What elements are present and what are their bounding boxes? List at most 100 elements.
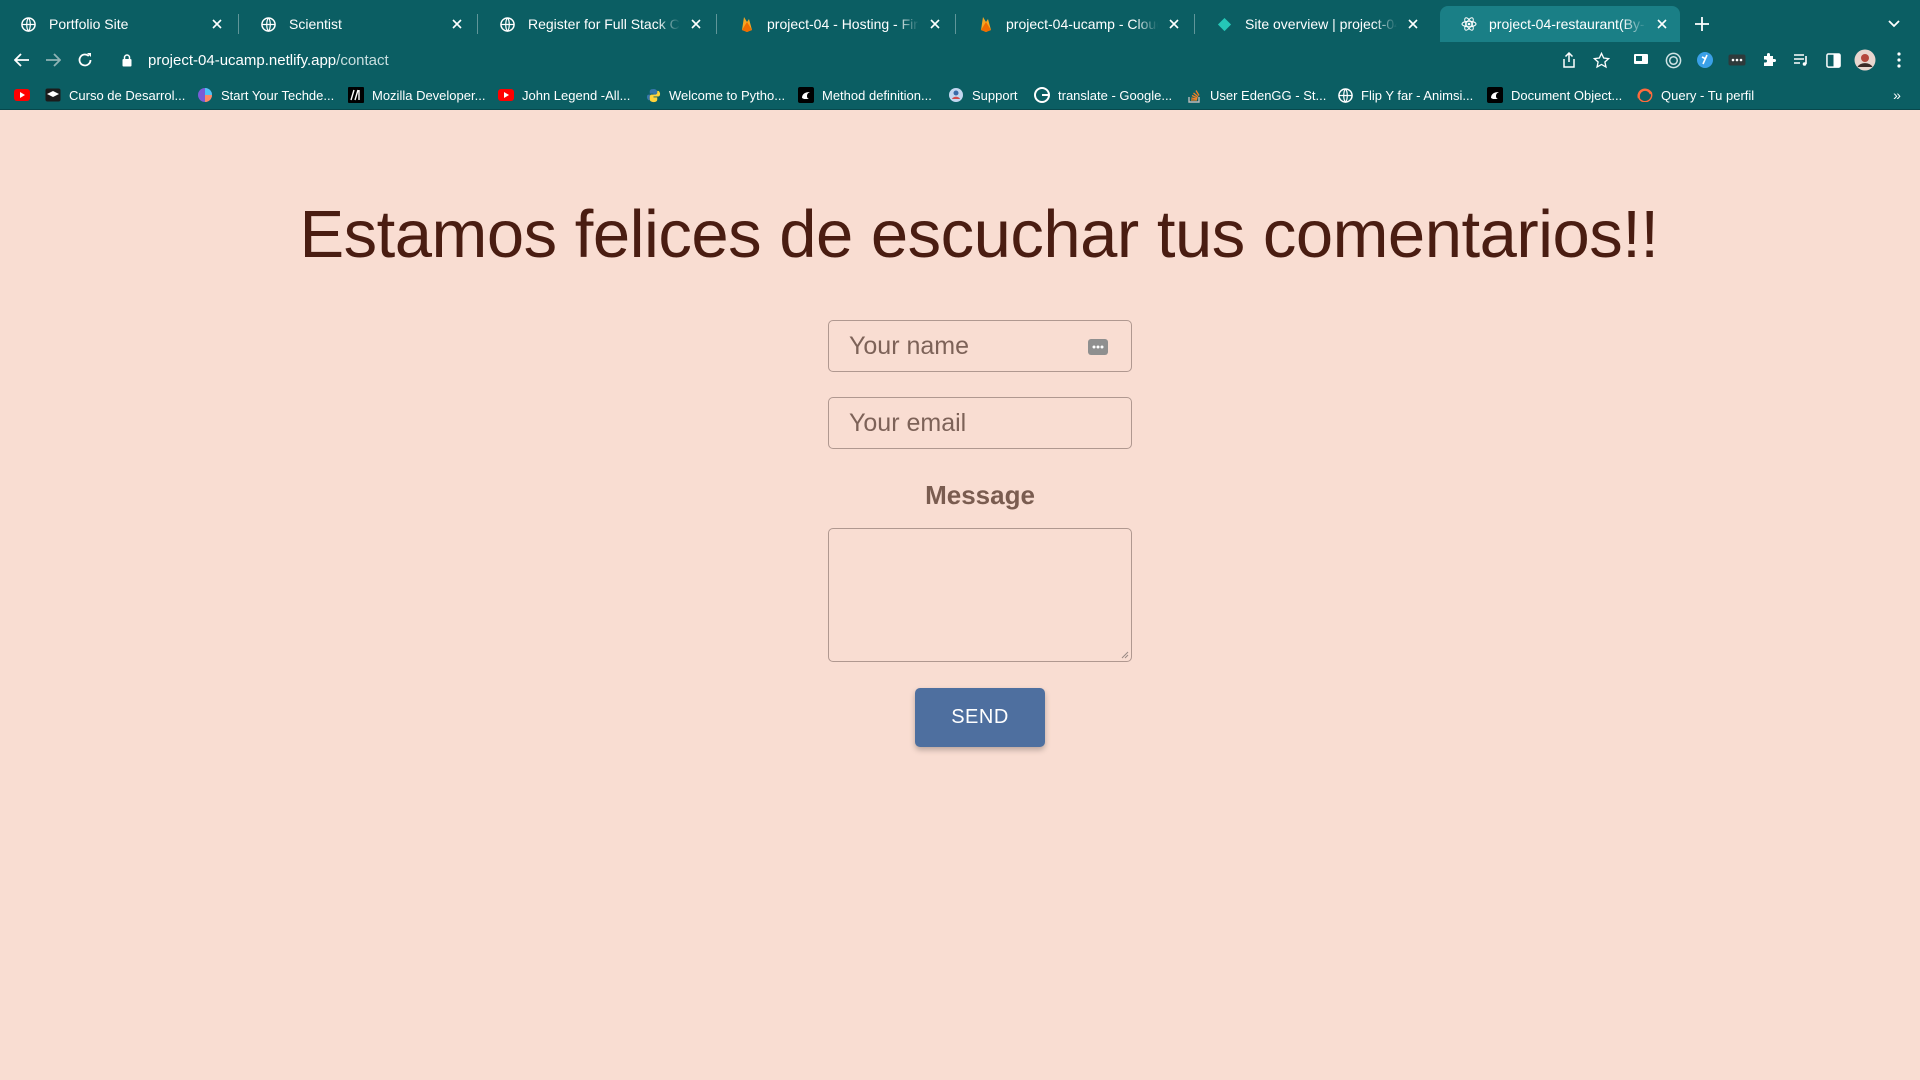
bookmark-google-translate[interactable]: translate - Google... bbox=[1034, 85, 1172, 105]
autofill-icon[interactable] bbox=[1087, 336, 1109, 358]
bookmark-star-button[interactable] bbox=[1589, 48, 1613, 72]
bookmark-python[interactable]: Welcome to Pytho... bbox=[645, 85, 785, 105]
url-host: project-04-ucamp.netlify.app bbox=[148, 51, 337, 69]
screen-icon bbox=[1634, 54, 1648, 64]
tab-full-stack-conf[interactable]: Register for Full Stack Conf bbox=[479, 6, 714, 42]
firebase-icon bbox=[977, 16, 994, 33]
message-textarea[interactable] bbox=[829, 529, 1131, 661]
bookmark-method-definition[interactable]: Method definition... bbox=[798, 85, 932, 105]
tab-title: project-04 - Hosting - Firebase bbox=[767, 16, 919, 32]
share-button[interactable] bbox=[1557, 48, 1581, 72]
url-text: project-04-ucamp.netlify.app/contact bbox=[148, 52, 389, 69]
bookmark-stackoverflow[interactable]: User EdenGG - St... bbox=[1186, 85, 1326, 105]
extension-screen-button[interactable] bbox=[1629, 48, 1653, 72]
bookmark-label: Flip Y far - Animsi... bbox=[1361, 87, 1474, 103]
tab-project-restaurant[interactable]: project-04-restaurant(By-Eden) bbox=[1440, 6, 1680, 42]
tab-separator bbox=[1194, 14, 1195, 34]
target-icon bbox=[1665, 52, 1681, 68]
tab-title: Register for Full Stack Conf bbox=[528, 16, 680, 32]
close-icon[interactable] bbox=[686, 14, 706, 34]
bookmark-label: User EdenGG - St... bbox=[1210, 87, 1327, 103]
firebase-icon bbox=[738, 16, 755, 33]
bookmark-label: Method definition... bbox=[822, 87, 932, 103]
tab-firebase-hosting[interactable]: project-04 - Hosting - Firebase bbox=[718, 6, 953, 42]
message-field[interactable] bbox=[828, 528, 1132, 662]
close-icon[interactable] bbox=[447, 14, 467, 34]
address-bar[interactable]: project-04-ucamp.netlify.app/contact bbox=[110, 46, 1618, 74]
tab-scientist[interactable]: Scientist bbox=[240, 6, 475, 42]
name-input[interactable] bbox=[849, 331, 1069, 361]
contact-page: Estamos felices de escuchar tus comentar… bbox=[0, 110, 1920, 1080]
chevron-down-icon bbox=[1888, 20, 1900, 28]
close-icon[interactable] bbox=[925, 14, 945, 34]
close-icon[interactable] bbox=[207, 14, 227, 34]
bookmark-youtube[interactable] bbox=[14, 85, 38, 105]
tab-separator bbox=[955, 14, 956, 34]
youtube-icon bbox=[14, 87, 30, 103]
media-control-button[interactable] bbox=[1789, 48, 1813, 72]
bookmark-label: John Legend -All... bbox=[522, 87, 631, 103]
browser-toolbar: project-04-ucamp.netlify.app/contact bbox=[0, 42, 1920, 78]
resize-handle-icon[interactable] bbox=[1119, 649, 1129, 659]
tab-separator bbox=[477, 14, 478, 34]
bookmarks-bar: Curso de Desarrol... Start Your Techde..… bbox=[0, 78, 1920, 110]
python-icon bbox=[645, 87, 661, 103]
tab-title: Site overview | project-04-ucamp bbox=[1245, 16, 1397, 32]
new-tab-button[interactable] bbox=[1690, 12, 1714, 36]
side-panel-button[interactable] bbox=[1821, 48, 1845, 72]
bookmark-mozilla-developer[interactable]: Mozilla Developer... bbox=[348, 85, 485, 105]
bookmark-john-legend[interactable]: John Legend -All... bbox=[498, 85, 630, 105]
netlify-icon bbox=[1216, 16, 1233, 33]
extension-dots-button[interactable] bbox=[1725, 48, 1749, 72]
bookmark-flip-animista[interactable]: Flip Y far - Animsi... bbox=[1337, 85, 1473, 105]
tab-search-button[interactable] bbox=[1882, 12, 1906, 36]
forward-button[interactable] bbox=[41, 48, 65, 72]
globe-icon bbox=[499, 16, 516, 33]
side-panel-icon bbox=[1825, 52, 1841, 68]
tab-title: project-04-ucamp - Cloud Firestore bbox=[1006, 16, 1158, 32]
extensions-button[interactable] bbox=[1757, 48, 1781, 72]
bookmarks-overflow-button[interactable]: » bbox=[1888, 86, 1906, 104]
bookmark-label: Welcome to Pytho... bbox=[669, 87, 786, 103]
tab-portfolio-site[interactable]: Portfolio Site bbox=[0, 6, 235, 42]
tab-title: Portfolio Site bbox=[49, 16, 129, 32]
query-icon bbox=[1637, 87, 1653, 103]
bookmark-support[interactable]: Support bbox=[948, 85, 1018, 105]
share-icon bbox=[1563, 52, 1575, 68]
lock-icon[interactable] bbox=[118, 51, 136, 69]
browser-menu-button[interactable] bbox=[1887, 48, 1911, 72]
back-button[interactable] bbox=[10, 48, 34, 72]
extension-blue-button[interactable] bbox=[1693, 48, 1717, 72]
name-field[interactable] bbox=[828, 320, 1132, 372]
colorful-circle-icon bbox=[197, 87, 213, 103]
bookmark-document-object[interactable]: Document Object... bbox=[1487, 85, 1622, 105]
bookmark-label: Query - Tu perfil bbox=[1661, 87, 1755, 103]
avatar-icon bbox=[1854, 49, 1876, 71]
support-icon bbox=[948, 87, 964, 103]
tab-cloud-firestore[interactable]: project-04-ucamp - Cloud Firestore bbox=[957, 6, 1192, 42]
bookmark-curso-desarrollo[interactable]: Curso de Desarrol... bbox=[45, 85, 185, 105]
tab-strip: Portfolio Site Scientist Register for Fu… bbox=[0, 0, 1920, 48]
email-field[interactable] bbox=[828, 397, 1132, 449]
bookmark-label: Support bbox=[972, 87, 1018, 103]
close-icon[interactable] bbox=[1164, 14, 1184, 34]
bookmark-label: Start Your Techde... bbox=[221, 87, 335, 103]
email-input[interactable] bbox=[849, 408, 1069, 438]
close-icon[interactable] bbox=[1403, 14, 1423, 34]
close-icon[interactable] bbox=[1652, 14, 1672, 34]
reload-button[interactable] bbox=[73, 48, 97, 72]
globe-icon bbox=[260, 16, 277, 33]
bookmark-techdegree[interactable]: Start Your Techde... bbox=[197, 85, 334, 105]
send-button[interactable]: SEND bbox=[915, 688, 1045, 747]
page-title: Estamos felices de escuchar tus comentar… bbox=[299, 197, 1659, 272]
profile-avatar[interactable] bbox=[1853, 48, 1877, 72]
bookmark-query-perfil[interactable]: Query - Tu perfil bbox=[1637, 85, 1754, 105]
extension-target-button[interactable] bbox=[1661, 48, 1685, 72]
bookmark-label: Document Object... bbox=[1511, 87, 1623, 103]
tab-netlify-site-overview[interactable]: Site overview | project-04-ucamp bbox=[1196, 6, 1431, 42]
tab-title: project-04-restaurant(By-Eden) bbox=[1489, 16, 1646, 32]
arrow-right-icon bbox=[46, 53, 61, 67]
url-path: /contact bbox=[336, 51, 389, 69]
mdn-icon bbox=[348, 87, 364, 103]
queue-music-icon bbox=[1794, 54, 1807, 66]
